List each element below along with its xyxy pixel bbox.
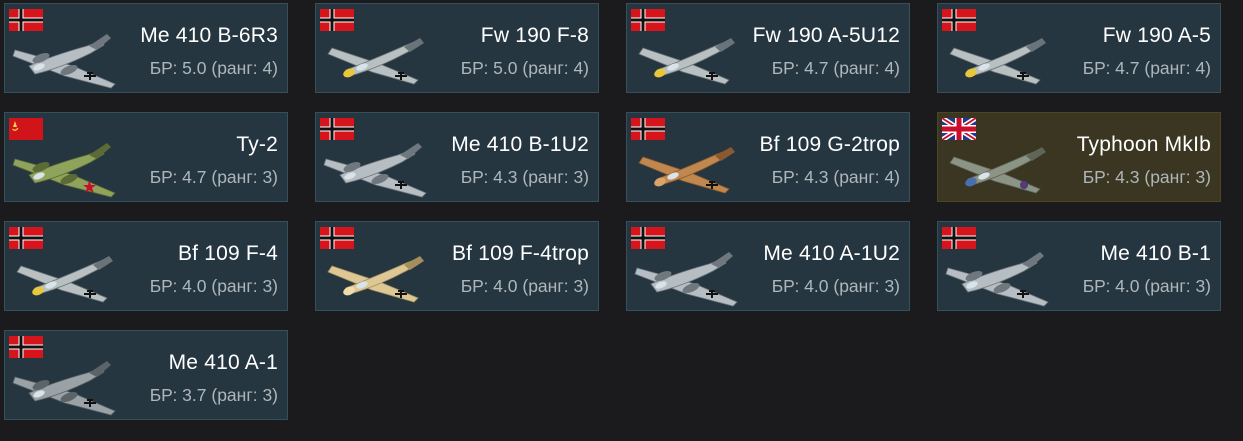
vehicle-battle-rating: БР: 4.0 (ранг: 3) xyxy=(460,276,589,296)
vehicle-battle-rating: БР: 3.7 (ранг: 3) xyxy=(149,385,278,405)
vehicle-name: Me 410 A-1 xyxy=(168,351,278,374)
vehicle-name: Me 410 B-1 xyxy=(1100,242,1211,265)
fighter-plane-icon xyxy=(327,256,424,303)
vehicle-card[interactable]: Bf 109 F-4 БР: 4.0 (ранг: 3) xyxy=(4,221,288,311)
vehicle-name: Fw 190 F-8 xyxy=(480,24,589,47)
vehicle-battle-rating: БР: 4.0 (ранг: 3) xyxy=(1082,276,1211,296)
german-flag-icon xyxy=(631,9,665,31)
german-flag-icon xyxy=(9,227,43,249)
fighter-plane-icon xyxy=(638,147,735,194)
german-flag-icon xyxy=(942,9,976,31)
twin-engine-plane-icon xyxy=(12,143,116,198)
vehicle-card[interactable]: Typhoon MkIb БР: 4.3 (ранг: 3) xyxy=(937,112,1221,202)
german-flag-icon xyxy=(631,227,665,249)
vehicle-card[interactable]: Bf 109 F-4trop БР: 4.0 (ранг: 3) xyxy=(315,221,599,311)
twin-engine-plane-icon xyxy=(634,252,738,307)
german-flag-icon xyxy=(631,118,665,140)
vehicle-battle-rating: БР: 4.3 (ранг: 4) xyxy=(771,167,900,187)
vehicle-card[interactable]: Me 410 A-1U2 БР: 4.0 (ранг: 3) xyxy=(626,221,910,311)
vehicle-name: Fw 190 A-5 xyxy=(1102,24,1211,47)
vehicle-card[interactable]: Fw 190 A-5U12 БР: 4.7 (ранг: 4) xyxy=(626,3,910,93)
german-flag-icon xyxy=(320,9,354,31)
fighter-plane-icon xyxy=(638,38,735,85)
vehicle-card[interactable]: Fw 190 F-8 БР: 5.0 (ранг: 4) xyxy=(315,3,599,93)
twin-engine-plane-icon xyxy=(12,361,116,416)
vehicle-card[interactable]: Fw 190 A-5 БР: 4.7 (ранг: 4) xyxy=(937,3,1221,93)
vehicle-name: Me 410 B-1U2 xyxy=(451,133,589,156)
vehicle-name: Bf 109 F-4trop xyxy=(451,242,589,265)
vehicle-battle-rating: БР: 5.0 (ранг: 4) xyxy=(460,58,589,78)
german-flag-icon xyxy=(320,118,354,140)
fighter-plane-icon xyxy=(949,147,1046,194)
vehicle-battle-rating: БР: 4.7 (ранг: 4) xyxy=(1082,58,1211,78)
vehicle-battle-rating: БР: 4.3 (ранг: 3) xyxy=(1082,167,1211,187)
german-flag-icon xyxy=(320,227,354,249)
vehicle-name: Fw 190 A-5U12 xyxy=(752,24,900,47)
twin-engine-plane-icon xyxy=(945,252,1049,307)
vehicle-name: Ту-2 xyxy=(236,133,278,156)
vehicle-name: Typhoon MkIb xyxy=(1076,133,1211,156)
vehicle-grid: Me 410 B-6R3 БР: 5.0 (ранг: 4) Fw 190 F-8 Б… xyxy=(0,0,1243,441)
fighter-plane-icon xyxy=(949,38,1046,85)
vehicle-name: Bf 109 G-2trop xyxy=(759,133,900,156)
german-flag-icon xyxy=(9,9,43,31)
vehicle-battle-rating: БР: 4.3 (ранг: 3) xyxy=(460,167,589,187)
twin-engine-plane-icon xyxy=(12,34,116,89)
fighter-plane-icon xyxy=(16,256,113,303)
vehicle-name: Me 410 B-6R3 xyxy=(140,24,278,47)
vehicle-card[interactable]: Me 410 B-1U2 БР: 4.3 (ранг: 3) xyxy=(315,112,599,202)
vehicle-card[interactable]: Me 410 A-1 БР: 3.7 (ранг: 3) xyxy=(4,330,288,420)
vehicle-name: Bf 109 F-4 xyxy=(177,242,278,265)
british-flag-icon xyxy=(942,118,976,140)
vehicle-card[interactable]: Bf 109 G-2trop БР: 4.3 (ранг: 4) xyxy=(626,112,910,202)
vehicle-card[interactable]: Ту-2 БР: 4.7 (ранг: 3) xyxy=(4,112,288,202)
vehicle-battle-rating: БР: 4.7 (ранг: 4) xyxy=(771,58,900,78)
vehicle-card[interactable]: Me 410 B-1 БР: 4.0 (ранг: 3) xyxy=(937,221,1221,311)
german-flag-icon xyxy=(9,336,43,358)
soviet-flag-icon xyxy=(9,118,43,140)
vehicle-battle-rating: БР: 4.0 (ранг: 3) xyxy=(149,276,278,296)
vehicle-battle-rating: БР: 4.7 (ранг: 3) xyxy=(149,167,278,187)
german-flag-icon xyxy=(942,227,976,249)
vehicle-battle-rating: БР: 5.0 (ранг: 4) xyxy=(149,58,278,78)
vehicle-name: Me 410 A-1U2 xyxy=(763,242,900,265)
vehicle-card[interactable]: Me 410 B-6R3 БР: 5.0 (ранг: 4) xyxy=(4,3,288,93)
fighter-plane-icon xyxy=(327,38,424,85)
vehicle-battle-rating: БР: 4.0 (ранг: 3) xyxy=(771,276,900,296)
twin-engine-plane-icon xyxy=(323,143,427,198)
